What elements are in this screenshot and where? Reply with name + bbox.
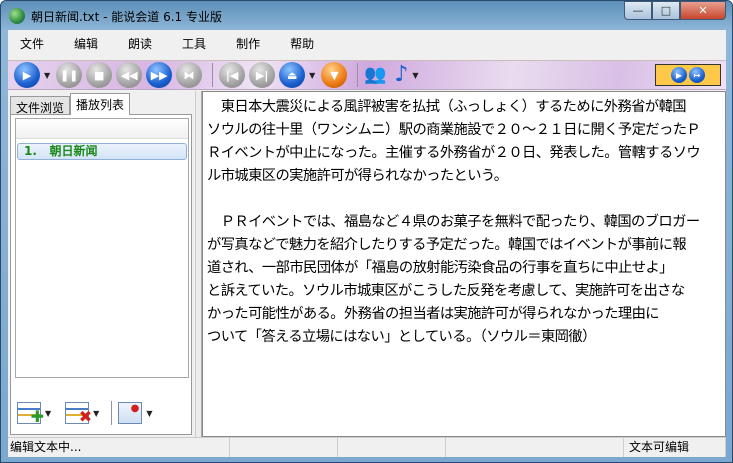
text-line: ついて「答える立場にはない」としている。（ソウル＝東岡徹） [207,329,596,345]
tab-playlist[interactable]: 播放列表 [70,93,131,115]
text-line: ＰＲイベントでは、福島など４県のお菓子を無料で配ったり、韓国のブロガー [207,214,700,230]
stop-button[interactable]: ■ [86,62,113,88]
play-dropdown-icon[interactable]: ▼ [44,71,50,80]
playlist: 1. 朝日新闻 [15,118,189,378]
menu-edit[interactable]: 编辑 [68,35,108,52]
eject-button[interactable]: ⏏ [279,62,306,88]
left-panel: 文件浏览 播放列表 1. 朝日新闻 ✚ ▼ ✖ ▼ ● ▼ [8,91,194,437]
status-pane [338,438,446,457]
item-name: 朝日新闻 [49,144,98,158]
minimize-button[interactable]: — [624,1,652,20]
menu-read[interactable]: 朗读 [122,35,162,52]
text-line: ル市城東区の実施許可が得られなかったという。 [207,168,508,184]
pause-button[interactable]: ❚❚ [56,62,83,88]
menu-help[interactable]: 帮助 [284,35,324,52]
eject-dropdown-icon[interactable]: ▼ [309,71,315,80]
menu-bar: 文件 编辑 朗读 工具 制作 帮助 [8,30,726,57]
remove-item-icon[interactable]: ✖ [65,402,92,426]
maximize-button[interactable]: □ [652,1,680,20]
remove-dropdown-icon[interactable]: ▼ [93,409,99,418]
mini-play-button[interactable]: ▶ [671,67,687,83]
text-line: 道され、一部市民団体が「福島の放射能汚染食品の行事を直ちに中止せよ」 [207,260,673,276]
fast-forward-button[interactable]: ▶▶ [146,62,173,88]
rewind-button[interactable]: ◀◀ [116,62,143,88]
status-edit-mode: 文本可编辑 [624,438,726,457]
text-line: と訴えていた。ソウル市城東区がこうした反発を考慮して、実施許可を出さな [207,283,685,299]
item-index: 1. [24,144,37,158]
skip-button[interactable]: ⧓ [176,62,203,88]
app-icon [9,8,25,24]
title-bar: 朝日新闻.txt - 能说会道 6.1 专业版 [9,5,222,27]
toolbar: ▶ ▼ ❚❚ ■ ◀◀ ▶▶ ⧓ |◀ ▶| ⏏ ▼ ▼ 👥 ♪ ▼ ▶ ↦ [8,60,726,90]
text-line: ソウルの往十里（ワンシムニ）駅の商業施設で２０～２１日に開く予定だったＰ [207,122,701,138]
status-bar: 编辑文本中... 文本可编辑 [8,437,726,457]
list-options-icon[interactable]: ● [118,402,143,424]
text-line [207,188,725,211]
app-window: 朝日新闻.txt - 能说会道 6.1 专业版 — □ ✕ 文件 编辑 朗读 工… [0,0,733,463]
mini-player-panel: ▶ ↦ [655,64,721,86]
separator [111,401,113,425]
previous-button[interactable]: |◀ [219,62,246,88]
list-options-dropdown-icon[interactable]: ▼ [146,409,152,418]
tab-file-browser[interactable]: 文件浏览 [10,96,71,115]
status-text: 编辑文本中... [8,438,230,457]
status-pane [446,438,624,457]
playlist-header [16,119,188,139]
voices-icon[interactable]: 👥 [364,63,390,87]
text-editor[interactable]: 東日本大震災による風評被害を払拭（ふっしょく）するために外務省が韓国 ソウルの往… [202,91,726,437]
down-button[interactable]: ▼ [321,62,348,88]
text-line: 東日本大震災による風評被害を払拭（ふっしょく）するために外務省が韓国 [207,99,687,115]
status-pane [230,438,338,457]
play-button[interactable]: ▶ [14,62,40,88]
window-title: 朝日新闻.txt - 能说会道 6.1 专业版 [31,9,222,24]
toolbar-separator [357,63,359,87]
next-button[interactable]: ▶| [249,62,276,88]
text-line: かった可能性がある。外務省の担当者は実施許可が得られなかった理由に [207,306,660,322]
menu-make[interactable]: 制作 [230,35,270,52]
menu-tools[interactable]: 工具 [176,35,216,52]
text-line: が写真などで魅力を紹介したりする予定だった。韓国ではイベントが事前に報 [207,237,687,253]
toolbar-separator [212,63,214,87]
music-note-icon[interactable]: ♪ [394,63,408,87]
splitter-handle[interactable] [195,91,202,437]
text-line: Ｒイベントが中止になった。主催する外務省が２０日、発表した。管轄するソウ [207,145,701,161]
music-dropdown-icon[interactable]: ▼ [412,71,418,80]
playlist-item[interactable]: 1. 朝日新闻 [17,143,187,160]
add-dropdown-icon[interactable]: ▼ [45,409,51,418]
menu-file[interactable]: 文件 [14,35,54,52]
mini-switch-button[interactable]: ↦ [689,67,705,83]
close-button[interactable]: ✕ [680,1,726,20]
add-item-icon[interactable]: ✚ [17,402,44,426]
